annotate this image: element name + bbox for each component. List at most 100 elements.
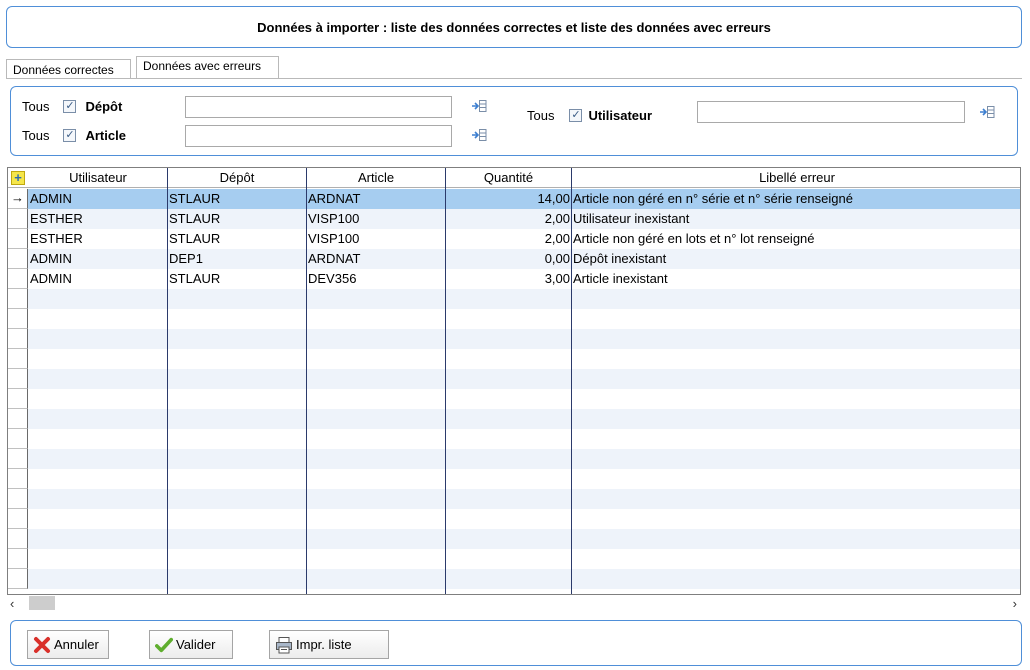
table-row[interactable] — [8, 529, 1020, 549]
depot-select-icon[interactable] — [469, 97, 489, 115]
row-indicator[interactable] — [8, 409, 28, 429]
tous-label: Tous — [527, 107, 555, 123]
table-row[interactable]: ESTHER STLAUR VISP100 2,00 Utilisateur inexi… — [8, 209, 1020, 229]
cell-depot[interactable]: STLAUR — [168, 189, 306, 209]
table-row[interactable] — [8, 429, 1020, 449]
cell-article[interactable]: DEV356 — [307, 269, 445, 289]
row-indicator[interactable] — [8, 249, 28, 269]
cell-article[interactable]: VISP100 — [307, 209, 445, 229]
scroll-left-icon[interactable]: ‹ — [10, 595, 14, 612]
table-row[interactable]: ESTHER STLAUR VISP100 2,00 Article non géré … — [8, 229, 1020, 249]
table-row[interactable]: ADMIN DEP1 ARDNAT 0,00 Dépôt inexistant — [8, 249, 1020, 269]
cell-libelle-erreur[interactable]: Article inexistant — [572, 269, 1020, 289]
annuler-button[interactable]: Annuler — [27, 630, 109, 659]
row-indicator[interactable] — [8, 389, 28, 409]
table-row[interactable] — [8, 449, 1020, 469]
cell-libelle-erreur[interactable]: Article non géré en lots et n° lot rense… — [572, 229, 1020, 249]
cell-utilisateur[interactable]: ESTHER — [29, 209, 167, 229]
row-indicator[interactable] — [8, 329, 28, 349]
imprimer-liste-button[interactable]: Impr. liste — [269, 630, 389, 659]
row-indicator[interactable] — [8, 529, 28, 549]
table-row[interactable] — [8, 329, 1020, 349]
table-row[interactable] — [8, 489, 1020, 509]
row-indicator[interactable] — [8, 549, 28, 569]
table-row[interactable]: → ADMIN STLAUR ARDNAT 14,00 Article non géré … — [8, 189, 1020, 209]
row-indicator[interactable] — [8, 369, 28, 389]
table-row[interactable] — [8, 549, 1020, 569]
filter-depot-row: Tous ✓ Dépôt — [22, 95, 122, 117]
row-indicator[interactable] — [8, 309, 28, 329]
article-checkbox[interactable]: ✓ — [63, 128, 77, 142]
errors-grid[interactable]: → ADMIN STLAUR ARDNAT 14,00 Article non géré … — [7, 167, 1021, 595]
cell-depot[interactable]: STLAUR — [168, 209, 306, 229]
row-indicator[interactable] — [8, 509, 28, 529]
cell-quantite[interactable]: 2,00 — [446, 229, 571, 249]
table-row[interactable] — [8, 409, 1020, 429]
action-bar: Annuler Valider Impr. liste — [10, 620, 1022, 666]
tab-divider — [6, 78, 1022, 79]
col-divider — [571, 168, 572, 594]
cancel-icon — [33, 636, 51, 654]
col-header-libelle-erreur[interactable]: Libellé erreur — [572, 168, 1020, 188]
cell-quantite[interactable]: 3,00 — [446, 269, 571, 289]
row-indicator[interactable] — [8, 469, 28, 489]
cell-depot[interactable]: STLAUR — [168, 269, 306, 289]
table-row[interactable] — [8, 309, 1020, 329]
table-row[interactable] — [8, 469, 1020, 489]
col-header-depot[interactable]: Dépôt — [168, 168, 307, 188]
cell-depot[interactable]: STLAUR — [168, 229, 306, 249]
col-header-quantite[interactable]: Quantité — [446, 168, 572, 188]
grid-corner[interactable]: + — [8, 168, 28, 188]
horizontal-scrollbar[interactable]: ‹ › — [7, 595, 1021, 612]
cell-article[interactable]: VISP100 — [307, 229, 445, 249]
row-indicator[interactable] — [8, 429, 28, 449]
cell-utilisateur[interactable]: ADMIN — [29, 249, 167, 269]
cell-utilisateur[interactable]: ADMIN — [29, 189, 167, 209]
depot-input[interactable] — [185, 96, 452, 118]
row-indicator[interactable] — [8, 489, 28, 509]
row-indicator[interactable] — [8, 289, 28, 309]
table-row[interactable] — [8, 369, 1020, 389]
article-input[interactable] — [185, 125, 452, 147]
valider-label: Valider — [176, 637, 216, 652]
row-indicator[interactable] — [8, 449, 28, 469]
scroll-thumb[interactable] — [29, 596, 55, 610]
col-divider — [306, 168, 307, 594]
row-indicator[interactable] — [8, 569, 28, 589]
cell-libelle-erreur[interactable]: Dépôt inexistant — [572, 249, 1020, 269]
row-indicator[interactable] — [8, 209, 28, 229]
tab-donnees-avec-erreurs[interactable]: Données avec erreurs — [136, 56, 279, 79]
scroll-right-icon[interactable]: › — [1013, 595, 1017, 612]
col-header-article[interactable]: Article — [307, 168, 446, 188]
cell-quantite[interactable]: 0,00 — [446, 249, 571, 269]
cell-article[interactable]: ARDNAT — [307, 189, 445, 209]
valider-button[interactable]: Valider — [149, 630, 233, 659]
row-indicator[interactable] — [8, 269, 28, 289]
depot-checkbox[interactable]: ✓ — [63, 99, 77, 113]
table-row[interactable] — [8, 289, 1020, 309]
table-row[interactable] — [8, 349, 1020, 369]
cell-libelle-erreur[interactable]: Article non géré en n° série et n° série… — [572, 189, 1020, 209]
cell-quantite[interactable]: 14,00 — [446, 189, 571, 209]
cell-utilisateur[interactable]: ESTHER — [29, 229, 167, 249]
row-indicator[interactable] — [8, 229, 28, 249]
tab-label: Données avec erreurs — [143, 59, 262, 73]
utilisateur-input[interactable] — [697, 101, 965, 123]
table-row[interactable] — [8, 569, 1020, 589]
cell-depot[interactable]: DEP1 — [168, 249, 306, 269]
table-row[interactable] — [8, 389, 1020, 409]
article-select-icon[interactable] — [469, 126, 489, 144]
row-pointer-icon[interactable]: → — [8, 189, 28, 209]
cell-utilisateur[interactable]: ADMIN — [29, 269, 167, 289]
cell-libelle-erreur[interactable]: Utilisateur inexistant — [572, 209, 1020, 229]
tab-donnees-correctes[interactable]: Données correctes — [6, 59, 131, 79]
cell-article[interactable]: ARDNAT — [307, 249, 445, 269]
table-row[interactable]: ADMIN STLAUR DEV356 3,00 Article inexistant — [8, 269, 1020, 289]
row-indicator[interactable] — [8, 349, 28, 369]
col-divider — [167, 168, 168, 594]
utilisateur-checkbox[interactable]: ✓ — [569, 108, 583, 122]
cell-quantite[interactable]: 2,00 — [446, 209, 571, 229]
table-row[interactable] — [8, 509, 1020, 529]
utilisateur-select-icon[interactable] — [977, 103, 997, 121]
col-header-utilisateur[interactable]: Utilisateur — [29, 168, 168, 188]
